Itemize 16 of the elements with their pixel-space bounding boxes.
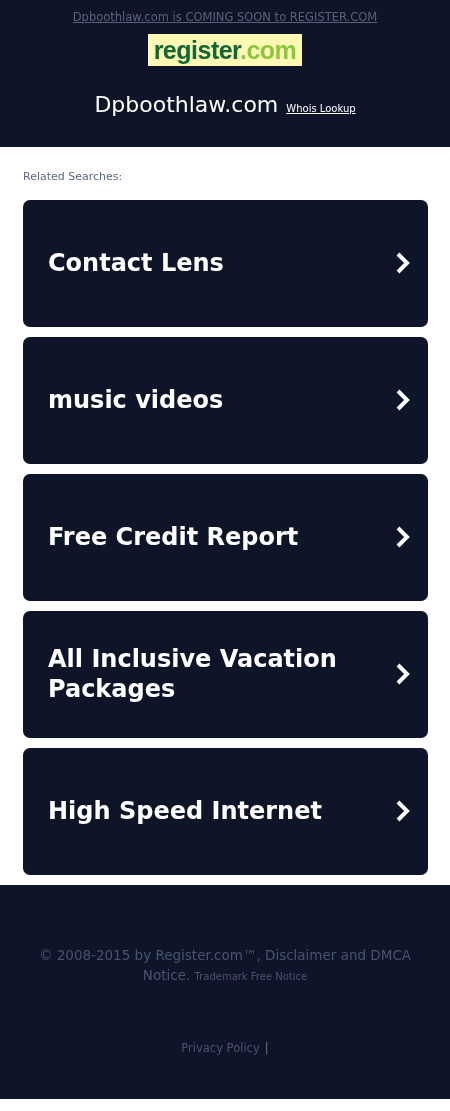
- search-card[interactable]: Contact Lens: [23, 199, 428, 327]
- whois-link[interactable]: Whois Lookup: [286, 101, 356, 116]
- chevron-right-icon: [396, 663, 410, 685]
- separator: |: [264, 1041, 269, 1055]
- chevron-right-icon: [396, 389, 410, 411]
- search-card[interactable]: All Inclusive Vacation Packages: [23, 610, 428, 738]
- chevron-right-icon: [396, 526, 410, 548]
- copyright-text: © 2008-2015 by Register.com™, Disclaimer and DMCA Notice. Trademark Free Notice: [37, 945, 413, 985]
- section-heading: Related Searches:: [22, 169, 124, 185]
- chevron-right-icon: [396, 800, 410, 822]
- search-card[interactable]: High Speed Internet: [23, 747, 428, 875]
- domain-title: Dpboothlaw.com: [94, 91, 279, 119]
- logo: register.com: [147, 34, 303, 66]
- search-card[interactable]: Free Credit Report: [23, 473, 428, 601]
- chevron-right-icon: [396, 252, 410, 274]
- search-card[interactable]: music videos: [23, 336, 428, 464]
